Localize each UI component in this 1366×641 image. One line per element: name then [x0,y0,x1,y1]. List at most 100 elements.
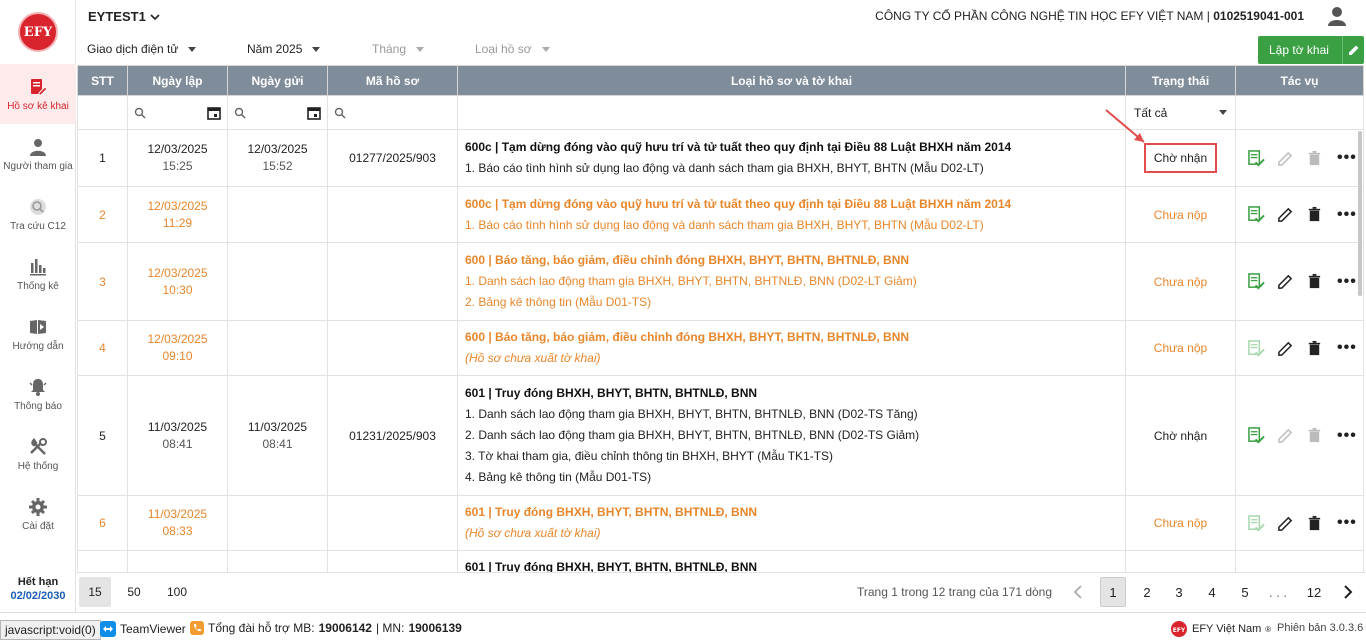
more-options-icon[interactable]: ••• [1337,273,1357,291]
sidebar-item-nguoi-tham-gia[interactable]: Người tham gia [0,124,76,184]
col-loai-ho-so[interactable]: Loại hồ sơ và tờ khai [457,65,1126,96]
sidebar-item-label: Tra cứu C12 [10,220,66,232]
search-ngay-lap[interactable] [127,95,228,130]
search-ngay-gui[interactable] [227,95,328,130]
user-icon[interactable] [1326,5,1348,27]
more-options-icon[interactable]: ••• [1337,339,1357,357]
row-actions: ••• [1235,495,1364,551]
caret-down-icon [1219,110,1227,115]
page-size-50[interactable]: 50 [119,577,149,607]
sidebar-item-tra-cuu-c12[interactable]: Tra cứu C12 [0,184,76,244]
row-code: 01277/2025/903 [327,129,458,187]
page-1[interactable]: 1 [1100,577,1126,607]
more-options-icon[interactable]: ••• [1337,206,1357,224]
submit-check-icon[interactable] [1248,427,1265,444]
profile-type-dropdown[interactable]: Loại hồ sơ [475,42,550,56]
row-description[interactable]: 601 | Truy đóng BHXH, BHYT, BHTN, BHTNLĐ… [457,375,1126,496]
caret-down-icon [416,46,425,52]
trash-icon[interactable] [1306,206,1323,223]
sidebar-item-cai-dat[interactable]: Cài đặt [0,484,76,544]
row-description[interactable]: 601 | Truy đóng BHXH, BHYT, BHTN, BHTNLĐ… [457,495,1126,551]
edit-pencil-icon[interactable] [1277,273,1294,290]
row-actions: ••• [1235,375,1364,496]
search-row: Tất cả [77,95,1364,130]
declaration-note: (Hồ sơ chưa xuất tờ khai) [465,351,601,365]
create-declaration-button[interactable]: Lập tờ khai [1258,36,1364,64]
col-ngay-gui[interactable]: Ngày gửi [227,65,328,96]
col-ngay-lap[interactable]: Ngày lập [127,65,228,96]
edit-pencil-icon[interactable] [1277,340,1294,357]
declaration-title: 600 | Báo tăng, báo giảm, điều chỉnh đón… [465,330,910,344]
search-ma-ho-so[interactable] [327,95,458,130]
efy-small-logo-icon: EFY [1171,621,1187,637]
more-options-icon[interactable]: ••• [1337,514,1357,532]
teamviewer-link[interactable]: TeamViewer [100,621,186,637]
transaction-type-dropdown[interactable]: Giao dịch điện tử [87,42,197,56]
caret-down-icon [541,46,550,52]
year-dropdown[interactable]: Năm 2025 [247,42,321,56]
page-4[interactable]: 4 [1199,577,1225,607]
more-options-icon[interactable]: ••• [1337,427,1357,445]
page-size-15[interactable]: 15 [79,577,111,607]
submit-check-icon[interactable] [1248,206,1265,223]
created-date: 11/03/2025 [147,507,208,521]
col-stt[interactable]: STT [77,65,128,96]
col-trang-thai[interactable]: Trạng thái [1125,65,1236,96]
trash-icon[interactable] [1306,340,1323,357]
row-code [327,186,458,243]
col-ma-ho-so[interactable]: Mã hồ sơ [327,65,458,96]
submit-check-icon[interactable] [1248,149,1265,167]
next-page-chevron-icon[interactable] [1337,577,1359,607]
table-row[interactable]: 6 11/03/2025 08:33 601 | Truy đóng BHXH, … [77,495,1364,551]
phone-icon [190,621,204,635]
declaration-line: 1. Danh sách lao động tham gia BHXH, BHY… [465,274,917,288]
sidebar-item-thong-bao[interactable]: Thông báo [0,364,76,424]
vertical-scrollbar[interactable] [1358,131,1362,296]
sidebar-item-he-thong[interactable]: Hệ thống [0,424,76,484]
row-description[interactable]: 600 | Báo tăng, báo giảm, điều chỉnh đón… [457,242,1126,321]
edit-pencil-icon[interactable] [1277,206,1294,223]
page-12[interactable]: 12 [1301,577,1327,607]
sidebar-item-thong-ke[interactable]: Thống kê [0,244,76,304]
submit-check-icon[interactable] [1248,273,1265,290]
tenant-selector[interactable]: EYTEST1 [88,9,160,24]
table-row[interactable]: 5 11/03/2025 08:41 11/03/2025 08:41 01231/… [77,375,1364,496]
hotline-mn: 19006139 [408,621,462,635]
table-row[interactable]: 1 12/03/2025 15:25 12/03/2025 15:52 01277/… [77,129,1364,187]
table-row[interactable]: 2 12/03/2025 11:29 600c | Tạm dừng đóng v… [77,186,1364,243]
declaration-title: 600 | Báo tăng, báo giảm, điều chỉnh đón… [465,253,910,267]
row-description[interactable]: 600c | Tạm dừng đóng vào quỹ hưu trí và … [457,186,1126,243]
calendar-icon[interactable] [207,106,221,120]
sidebar-item-label: Thống kê [17,280,59,292]
row-description[interactable]: 600 | Báo tăng, báo giảm, điều chỉnh đón… [457,320,1126,376]
sent-date: 12/03/2025 [247,142,308,156]
row-description[interactable]: 600c | Tạm dừng đóng vào quỹ hưu trí và … [457,129,1126,187]
table-row[interactable]: 3 12/03/2025 10:30 600 | Báo tăng, báo gi… [77,242,1364,321]
month-dropdown[interactable]: Tháng [372,42,425,56]
more-options-icon[interactable]: ••• [1337,149,1357,167]
row-description[interactable]: 601 | Truy đóng BHXH, BHYT, BHTN, BHTNLĐ… [457,550,1126,572]
table-row[interactable]: 4 12/03/2025 09:10 600 | Báo tăng, báo gi… [77,320,1364,376]
prev-page-chevron-icon[interactable] [1067,577,1089,607]
trash-icon[interactable] [1306,515,1323,532]
trash-icon[interactable] [1306,273,1323,290]
status-bar-url: javascript:void(0) [0,620,101,640]
row-created: 11/03/2025 08:33 [127,495,228,551]
sent-time: 08:41 [262,436,293,451]
created-date: 12/03/2025 [147,142,208,156]
calendar-icon[interactable] [307,106,321,120]
efy-brand: EFY EFY Việt Nam ® [1170,620,1271,638]
edit-pencil-icon[interactable] [1277,515,1294,532]
table-row[interactable]: 601 | Truy đóng BHXH, BHYT, BHTN, BHTNLĐ… [77,550,1364,572]
declaration-line: 1. Danh sách lao động tham gia BHXH, BHY… [465,407,918,421]
page-2[interactable]: 2 [1134,577,1160,607]
search-cell-empty [77,95,128,130]
page-5[interactable]: 5 [1232,577,1258,607]
sidebar-nav: Hồ sơ kê khai Người tham gia Tra cứu C12… [0,64,76,544]
document-edit-icon [31,78,48,95]
efy-logo[interactable]: EFY [18,12,58,52]
sidebar-item-huong-dan[interactable]: Hướng dẫn [0,304,76,364]
page-3[interactable]: 3 [1166,577,1192,607]
sidebar-item-ho-so-ke-khai[interactable]: Hồ sơ kê khai [0,64,76,124]
page-size-100[interactable]: 100 [161,577,193,607]
